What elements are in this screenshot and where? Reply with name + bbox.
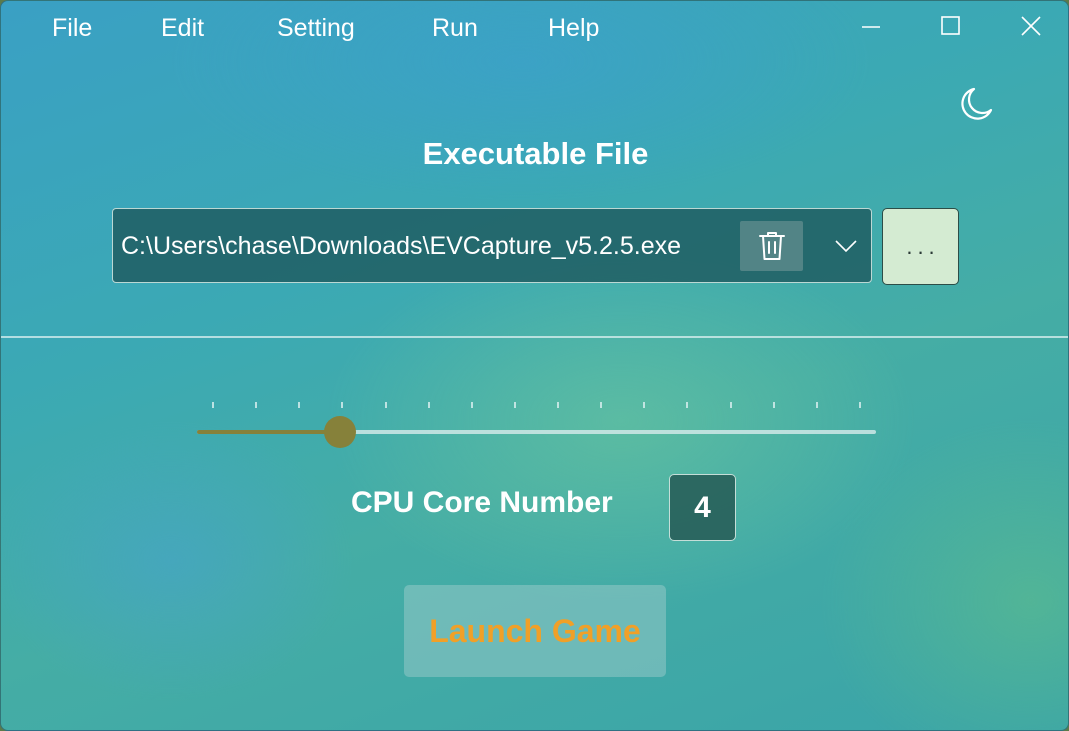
slider-tick <box>255 402 258 408</box>
slider-tick <box>729 402 732 408</box>
clear-path-button[interactable] <box>740 221 803 271</box>
chevron-down-icon <box>835 240 857 253</box>
moon-icon <box>961 87 993 120</box>
slider-tick <box>772 402 775 408</box>
slider-tick <box>212 402 214 408</box>
theme-toggle-button[interactable] <box>953 81 1001 127</box>
menu-setting[interactable]: Setting <box>277 13 355 43</box>
close-icon <box>1021 16 1041 36</box>
slider-track-fill <box>197 430 340 434</box>
menu-help[interactable]: Help <box>548 13 599 43</box>
launch-game-button[interactable]: Launch Game <box>404 585 666 677</box>
slider-thumb[interactable] <box>323 416 356 448</box>
slider-tick <box>686 402 689 408</box>
slider-tick <box>859 402 861 408</box>
executable-path-text: C:\Users\chase\Downloads\EVCapture_v5.2.… <box>121 232 682 260</box>
slider-tick <box>427 402 430 408</box>
app-window: File Edit Setting Run Help Executable Fi… <box>0 0 1069 731</box>
menu-file[interactable]: File <box>52 13 92 43</box>
close-button[interactable] <box>1001 1 1061 51</box>
trash-icon <box>758 232 785 260</box>
cpu-core-slider[interactable] <box>191 396 881 456</box>
cpu-core-number-label: CPU Core Number <box>351 486 613 519</box>
menu-bar: File Edit Setting Run Help <box>1 1 801 55</box>
menu-run[interactable]: Run <box>432 13 478 43</box>
menu-edit[interactable]: Edit <box>161 13 204 43</box>
slider-tick <box>815 402 818 408</box>
slider-tick <box>470 402 473 408</box>
minimize-button[interactable] <box>841 1 901 51</box>
maximize-button[interactable] <box>921 1 981 51</box>
executable-file-title: Executable File <box>422 136 649 171</box>
maximize-icon <box>941 16 960 35</box>
slider-tick <box>643 402 646 408</box>
cpu-core-number-value: 4 <box>669 474 736 541</box>
minimize-icon <box>862 26 880 28</box>
slider-tick <box>513 402 516 408</box>
slider-tick <box>600 402 603 408</box>
browse-button[interactable]: ... <box>882 208 959 285</box>
path-dropdown-button[interactable] <box>823 221 869 271</box>
slider-tick <box>341 402 344 408</box>
slider-tick <box>557 402 560 408</box>
slider-tick <box>298 402 301 408</box>
section-divider <box>1 336 1068 338</box>
slider-tick <box>384 402 387 408</box>
executable-path-combobox[interactable]: C:\Users\chase\Downloads\EVCapture_v5.2.… <box>112 208 872 283</box>
